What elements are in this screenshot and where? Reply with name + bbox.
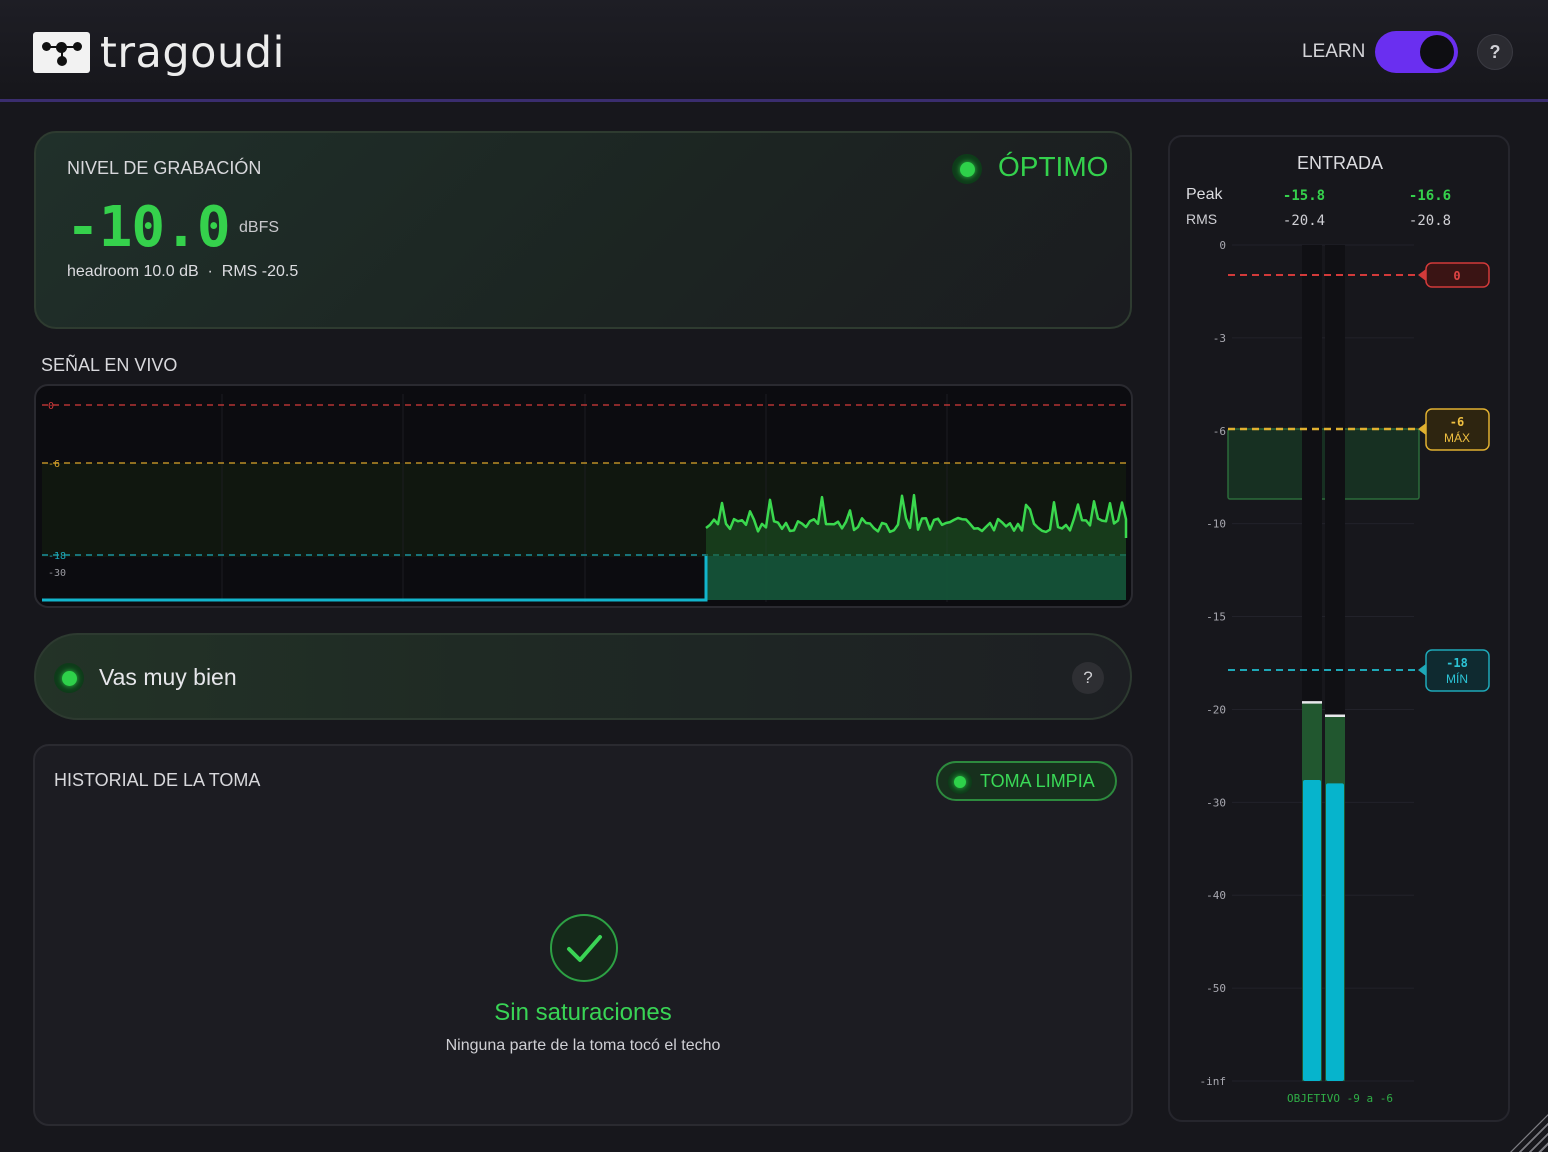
threshold-label: -30: [48, 568, 66, 579]
input-meter-panel: ENTRADA Peak RMS -15.8 -16.6 -20.4 -20.8…: [1168, 135, 1510, 1122]
take-history-card: HISTORIAL DE LA TOMA TOMA LIMPIA Sin sat…: [33, 744, 1133, 1126]
take-history-title: HISTORIAL DE LA TOMA: [54, 770, 261, 790]
level-value: -10.0: [66, 195, 231, 260]
peak-hold-left: [1302, 701, 1322, 704]
toggle-knob: [1420, 35, 1454, 69]
no-clipping-title: Sin saturaciones: [494, 999, 672, 1026]
meter-scale-label: 0: [1219, 239, 1226, 252]
resize-handle[interactable]: [1510, 1114, 1548, 1152]
live-signal-title: SEÑAL EN VIVO: [41, 355, 178, 375]
peak-hold-right: [1325, 714, 1345, 718]
peak-right-value: -16.6: [1409, 188, 1451, 204]
rms-label: RMS: [1186, 211, 1217, 227]
feedback-banner: Vas muy bien ?: [34, 633, 1132, 720]
feedback-message: Vas muy bien: [99, 664, 237, 690]
meter-scale-label: -10: [1206, 518, 1226, 531]
feedback-help-button[interactable]: ?: [1072, 662, 1104, 694]
peak-left-value: -15.8: [1283, 188, 1325, 204]
status-dot-icon: [952, 154, 982, 184]
level-details: headroom 10.0 dB · RMS -20.5: [67, 263, 299, 280]
status-label: ÓPTIMO: [998, 151, 1109, 182]
min-marker-label: MÍN: [1446, 671, 1468, 686]
status-dot-icon: [54, 663, 84, 693]
meter-rms-bar-left: [1303, 780, 1321, 1081]
help-button[interactable]: ?: [1477, 34, 1513, 70]
clean-take-badge: TOMA LIMPIA: [936, 761, 1117, 801]
threshold-label: -6: [48, 459, 60, 470]
max-marker-label: MÁX: [1444, 430, 1470, 445]
top-bar: tragoudi LEARN ?: [0, 0, 1548, 102]
max-marker-value: -6: [1450, 415, 1464, 429]
meter-scale-label: -inf: [1200, 1075, 1227, 1088]
recording-level-card: NIVEL DE GRABACIÓN -10.0 dBFS headroom 1…: [34, 131, 1132, 329]
meter-scale-label: -6: [1213, 425, 1226, 438]
peak-label: Peak: [1186, 186, 1223, 203]
logo-icon: [33, 32, 90, 73]
threshold-label: -18: [48, 551, 66, 562]
clean-take-label: TOMA LIMPIA: [980, 771, 1095, 791]
check-icon: [550, 914, 618, 982]
min-marker-value: -18: [1446, 656, 1468, 670]
learn-label: LEARN: [1302, 41, 1366, 62]
ceiling-marker-value: 0: [1453, 269, 1460, 283]
learn-toggle[interactable]: [1375, 31, 1458, 73]
meter-scale-label: -15: [1206, 611, 1226, 624]
rms-left-value: -20.4: [1283, 213, 1325, 229]
level-unit: dBFS: [239, 219, 280, 236]
target-zone: [1227, 428, 1420, 500]
live-waveform: 0 -6 -18 -30: [42, 394, 1128, 602]
meter-scale-label: -3: [1213, 332, 1226, 345]
meter-scale-label: -20: [1206, 703, 1226, 716]
recording-level-title: NIVEL DE GRABACIÓN: [67, 158, 262, 178]
threshold-label: 0: [48, 401, 54, 412]
meter-title: ENTRADA: [1297, 153, 1383, 173]
app-name: tragoudi: [100, 28, 285, 78]
target-range-label: OBJETIVO -9 a -6: [1287, 1092, 1393, 1105]
meter-scale-label: -30: [1206, 796, 1226, 809]
meter-scale-label: -50: [1206, 982, 1226, 995]
input-meter: ENTRADA Peak RMS -15.8 -16.6 -20.4 -20.8…: [1186, 153, 1490, 1105]
status-dot-icon: [948, 770, 972, 794]
meter-scale-label: -40: [1206, 889, 1226, 902]
meter-rms-bar-right: [1326, 783, 1344, 1081]
rms-right-value: -20.8: [1409, 213, 1451, 229]
no-clipping-description: Ninguna parte de la toma tocó el techo: [445, 1037, 721, 1054]
live-signal-graph: 0 -6 -18 -30: [34, 384, 1133, 608]
